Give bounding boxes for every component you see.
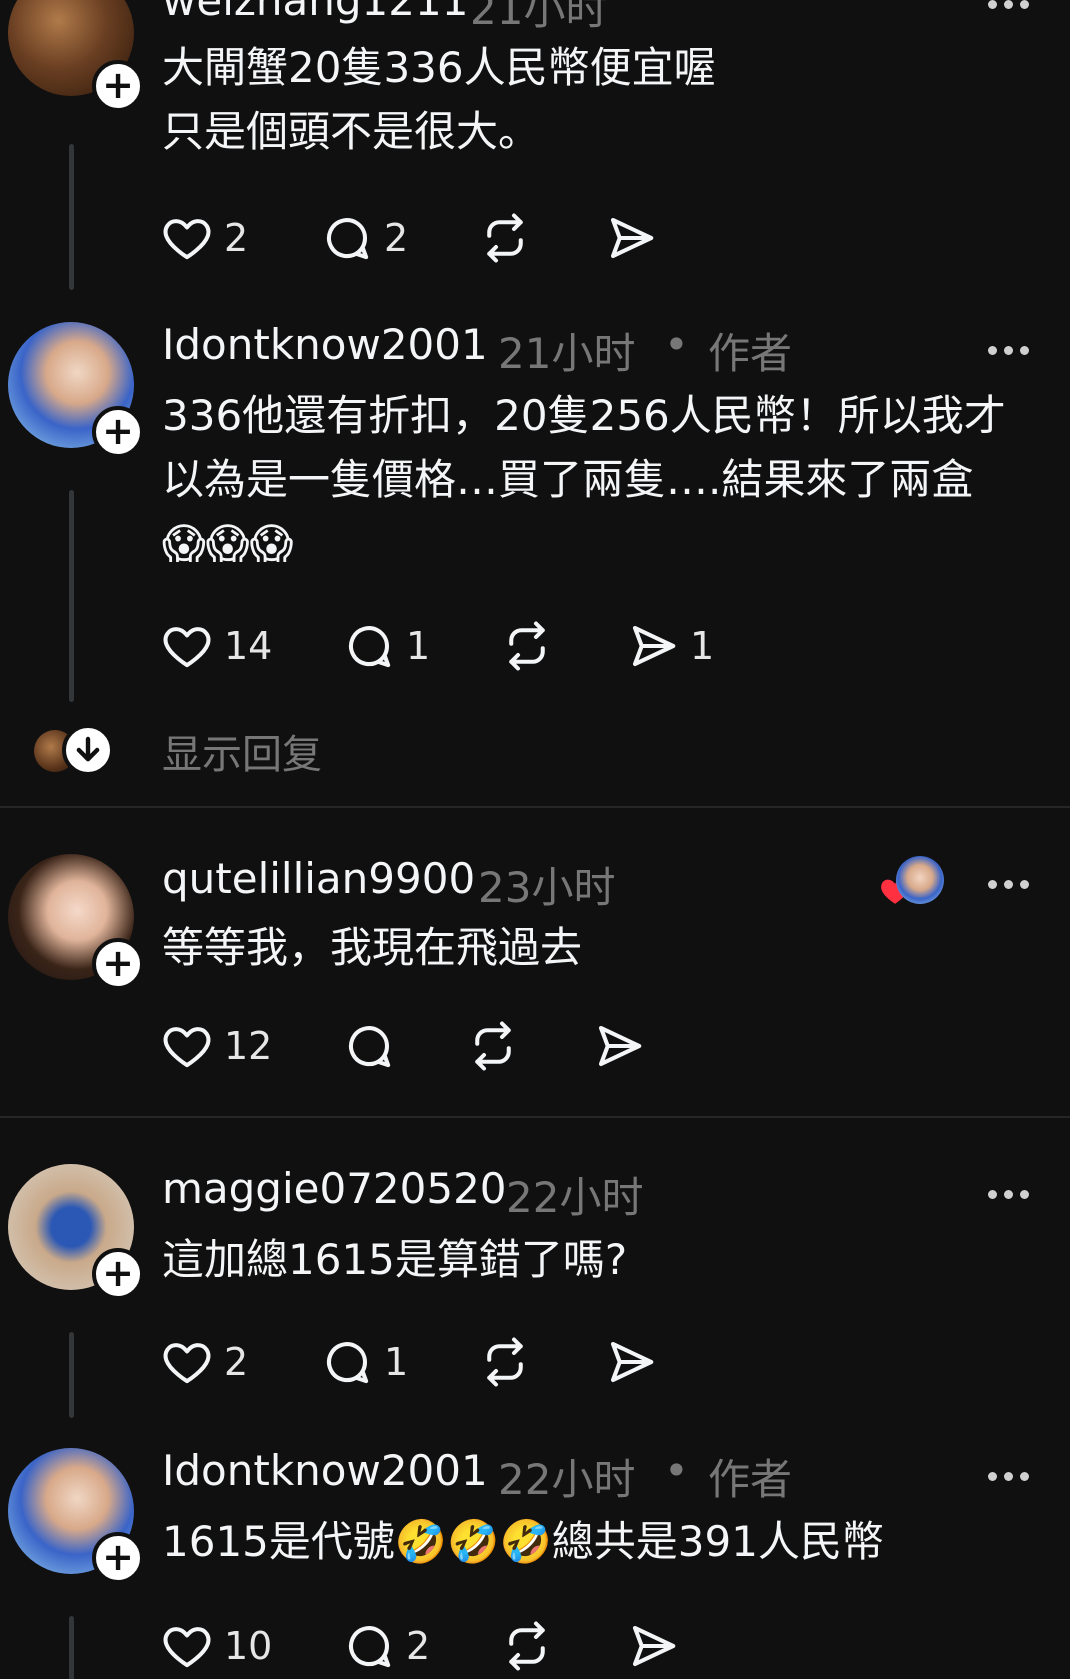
username[interactable]: weizhang1211 xyxy=(162,0,468,25)
share-button[interactable]: 1 xyxy=(626,618,714,674)
thread-line xyxy=(69,1332,74,1418)
send-icon xyxy=(610,217,654,259)
like-button[interactable]: 12 xyxy=(160,1018,272,1074)
like-count: 2 xyxy=(224,1340,249,1384)
heart-icon xyxy=(163,219,211,260)
send-icon xyxy=(610,1341,654,1383)
like-count: 10 xyxy=(224,1624,273,1668)
follow-plus-icon[interactable]: + xyxy=(92,1248,144,1300)
post-text: 1615是代號🤣🤣🤣總共是391人民幣 xyxy=(162,1517,884,1566)
reply-post: + Idontknow2001 21小时 • 作者 336他還有折扣，20隻25… xyxy=(0,290,1070,806)
comment-icon xyxy=(349,1026,391,1068)
like-count: 2 xyxy=(224,216,249,260)
share-count: 1 xyxy=(690,624,715,668)
share-button[interactable] xyxy=(592,1018,646,1074)
heart-icon xyxy=(163,627,211,668)
arrow-down-icon xyxy=(76,736,100,762)
repost-icon xyxy=(509,621,545,671)
share-button[interactable] xyxy=(626,1618,680,1674)
post-text: 336他還有折扣，20隻256人民幣！所以我才 以為是一隻價格…買了兩隻….結果… xyxy=(162,391,1006,568)
reply-count: 2 xyxy=(384,216,409,260)
reply-button[interactable] xyxy=(342,1018,396,1074)
reply-button[interactable]: 2 xyxy=(320,210,408,266)
more-icon[interactable] xyxy=(988,346,1030,358)
reply-post: + maggie0720520 22小时 這加總1615是算錯了嗎? 2 1 xyxy=(0,1118,1070,1418)
comment-icon xyxy=(349,1626,391,1668)
share-button[interactable] xyxy=(604,210,658,266)
reply-post: + weizhang1211 21小时 大閘蟹20隻336人民幣便宜喔 只是個頭… xyxy=(0,0,1070,290)
repost-button[interactable] xyxy=(478,210,532,266)
heart-icon xyxy=(163,1343,211,1384)
timestamp: 21小时 xyxy=(498,329,636,378)
username[interactable]: qutelillian9900 xyxy=(162,854,475,903)
reply-count: 1 xyxy=(406,624,431,668)
more-icon[interactable] xyxy=(988,1472,1030,1484)
replies-feed: + weizhang1211 21小时 大閘蟹20隻336人民幣便宜喔 只是個頭… xyxy=(0,0,1070,1679)
repost-button[interactable] xyxy=(500,1618,554,1674)
comment-icon xyxy=(327,218,369,260)
timestamp: 21小时 xyxy=(470,0,608,34)
separator: • xyxy=(664,1446,689,1495)
separator: • xyxy=(664,320,689,369)
timestamp: 23小时 xyxy=(478,863,616,912)
like-button[interactable]: 2 xyxy=(160,1334,248,1390)
repost-icon xyxy=(487,1337,523,1387)
follow-plus-icon[interactable]: + xyxy=(92,406,144,458)
repost-button[interactable] xyxy=(466,1018,520,1074)
like-button[interactable]: 10 xyxy=(160,1618,272,1674)
thread-line xyxy=(69,144,74,290)
follow-plus-icon[interactable]: + xyxy=(92,60,144,112)
more-icon[interactable] xyxy=(988,0,1030,12)
send-icon xyxy=(598,1025,642,1067)
username[interactable]: Idontknow2001 xyxy=(162,320,488,369)
like-button[interactable]: 14 xyxy=(160,618,272,674)
repost-button[interactable] xyxy=(478,1334,532,1390)
timestamp: 22小时 xyxy=(506,1173,644,1222)
reply-button[interactable]: 1 xyxy=(320,1334,408,1390)
send-icon xyxy=(632,1625,676,1667)
repost-icon xyxy=(509,1621,545,1671)
reply-count: 2 xyxy=(406,1624,431,1668)
like-button[interactable]: 2 xyxy=(160,210,248,266)
heart-icon xyxy=(163,1627,211,1668)
repost-icon xyxy=(487,213,523,263)
reply-post: + Idontknow2001 22小时 • 作者 1615是代號🤣🤣🤣總共是3… xyxy=(0,1418,1070,1679)
show-replies-button[interactable] xyxy=(62,724,114,776)
thread-line xyxy=(69,1616,74,1679)
post-text: 等等我，我現在飛過去 xyxy=(162,923,583,972)
send-icon xyxy=(632,625,676,667)
author-tag: 作者 xyxy=(708,1455,793,1504)
reply-button[interactable]: 1 xyxy=(342,618,430,674)
more-icon[interactable] xyxy=(988,1190,1030,1202)
post-text: 這加總1615是算錯了嗎? xyxy=(162,1235,628,1284)
follow-plus-icon[interactable]: + xyxy=(92,938,144,990)
thread-line xyxy=(69,490,74,702)
reply-count: 1 xyxy=(384,1340,409,1384)
more-icon[interactable] xyxy=(988,880,1030,892)
repost-button[interactable] xyxy=(500,618,554,674)
show-replies-label[interactable]: 显示回复 xyxy=(162,722,322,780)
username[interactable]: Idontknow2001 xyxy=(162,1446,488,1495)
post-text: 大閘蟹20隻336人民幣便宜喔 只是個頭不是很大。 xyxy=(162,43,716,156)
author-tag: 作者 xyxy=(708,329,793,378)
comment-icon xyxy=(327,1342,369,1384)
share-button[interactable] xyxy=(604,1334,658,1390)
heart-icon xyxy=(163,1027,211,1068)
comment-icon xyxy=(349,626,391,668)
follow-plus-icon[interactable]: + xyxy=(92,1532,144,1584)
like-count: 14 xyxy=(224,624,273,668)
username[interactable]: maggie0720520 xyxy=(162,1164,507,1213)
reply-button[interactable]: 2 xyxy=(342,1618,430,1674)
like-count: 12 xyxy=(224,1024,273,1068)
timestamp: 22小时 xyxy=(498,1455,636,1504)
liker-avatar[interactable] xyxy=(896,856,944,904)
reply-post: + qutelillian9900 23小时 等等我，我現在飛過去 12 xyxy=(0,808,1070,1116)
repost-icon xyxy=(475,1021,511,1071)
